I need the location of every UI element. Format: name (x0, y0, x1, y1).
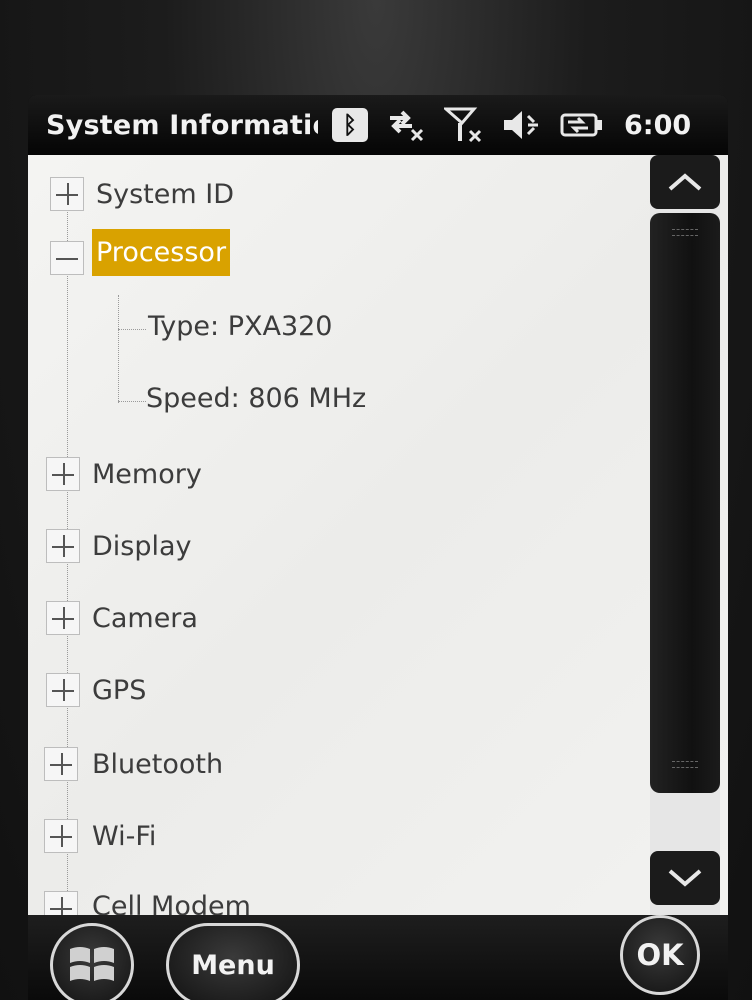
expand-icon[interactable] (46, 529, 80, 563)
tree-node-display[interactable]: Display (28, 515, 648, 575)
start-button[interactable] (50, 923, 134, 1000)
scroll-thumb[interactable] (650, 213, 720, 793)
info-tree: System ID Processor Type: PXA320 Speed: … (28, 155, 658, 915)
tree-node-label[interactable]: Memory (92, 459, 202, 490)
grip-icon (672, 761, 698, 771)
tree-node-label[interactable]: GPS (92, 675, 146, 706)
tree-node-camera[interactable]: Camera (28, 587, 648, 647)
expand-icon[interactable] (44, 747, 78, 781)
scroll-up-button[interactable] (650, 155, 720, 209)
expand-icon[interactable] (46, 601, 80, 635)
tree-connector-children (118, 295, 119, 403)
bluetooth-icon[interactable]: ᛒ (332, 108, 368, 142)
tree-node-system-id[interactable]: System ID (28, 163, 648, 223)
tree-node-label[interactable]: Display (92, 531, 192, 562)
ok-button[interactable]: OK (620, 915, 700, 995)
screen: System Informatio ᛒ 6:00 System ID Proce… (28, 95, 728, 1000)
windows-logo-icon (70, 947, 114, 981)
window-title: System Informatio (46, 109, 318, 141)
tree-node-label[interactable]: Bluetooth (92, 749, 223, 780)
tree-connector-child-2 (118, 401, 146, 402)
chevron-down-icon (668, 869, 702, 887)
content-area: System ID Processor Type: PXA320 Speed: … (28, 155, 728, 915)
data-connection-icon[interactable] (386, 108, 426, 142)
tree-node-wifi[interactable]: Wi-Fi (28, 805, 648, 865)
processor-speed[interactable]: Speed: 806 MHz (146, 383, 366, 414)
tree-node-label[interactable]: Cell Modem (92, 891, 251, 915)
tree-connector-child-1 (118, 329, 146, 330)
tree-node-bluetooth[interactable]: Bluetooth (28, 733, 648, 793)
softkey-bar: Menu OK (28, 915, 728, 1000)
clock[interactable]: 6:00 (624, 110, 691, 141)
grip-icon (672, 229, 698, 239)
menu-button[interactable]: Menu (166, 923, 300, 1000)
expand-icon[interactable] (46, 457, 80, 491)
tree-node-processor[interactable]: Processor (28, 227, 648, 287)
battery-charging-icon[interactable] (560, 110, 604, 140)
tree-node-cell-modem[interactable]: Cell Modem (28, 877, 648, 915)
tree-node-gps[interactable]: GPS (28, 659, 648, 719)
vertical-scrollbar[interactable] (650, 155, 720, 915)
expand-icon[interactable] (50, 177, 84, 211)
chevron-up-icon (668, 173, 702, 191)
scroll-down-button[interactable] (650, 851, 720, 905)
expand-icon[interactable] (44, 891, 78, 915)
tree-node-label-selected[interactable]: Processor (92, 229, 231, 276)
volume-muted-icon[interactable] (502, 108, 542, 142)
signal-off-icon[interactable] (444, 107, 484, 143)
processor-type[interactable]: Type: PXA320 (148, 311, 332, 342)
collapse-icon[interactable] (50, 241, 84, 275)
status-icons: ᛒ 6:00 (332, 107, 691, 143)
expand-icon[interactable] (44, 819, 78, 853)
tree-node-label[interactable]: Wi-Fi (92, 821, 156, 852)
title-bar: System Informatio ᛒ 6:00 (28, 95, 728, 155)
tree-node-label[interactable]: System ID (96, 179, 234, 210)
expand-icon[interactable] (46, 673, 80, 707)
tree-node-memory[interactable]: Memory (28, 443, 648, 503)
tree-node-label[interactable]: Camera (92, 603, 198, 634)
